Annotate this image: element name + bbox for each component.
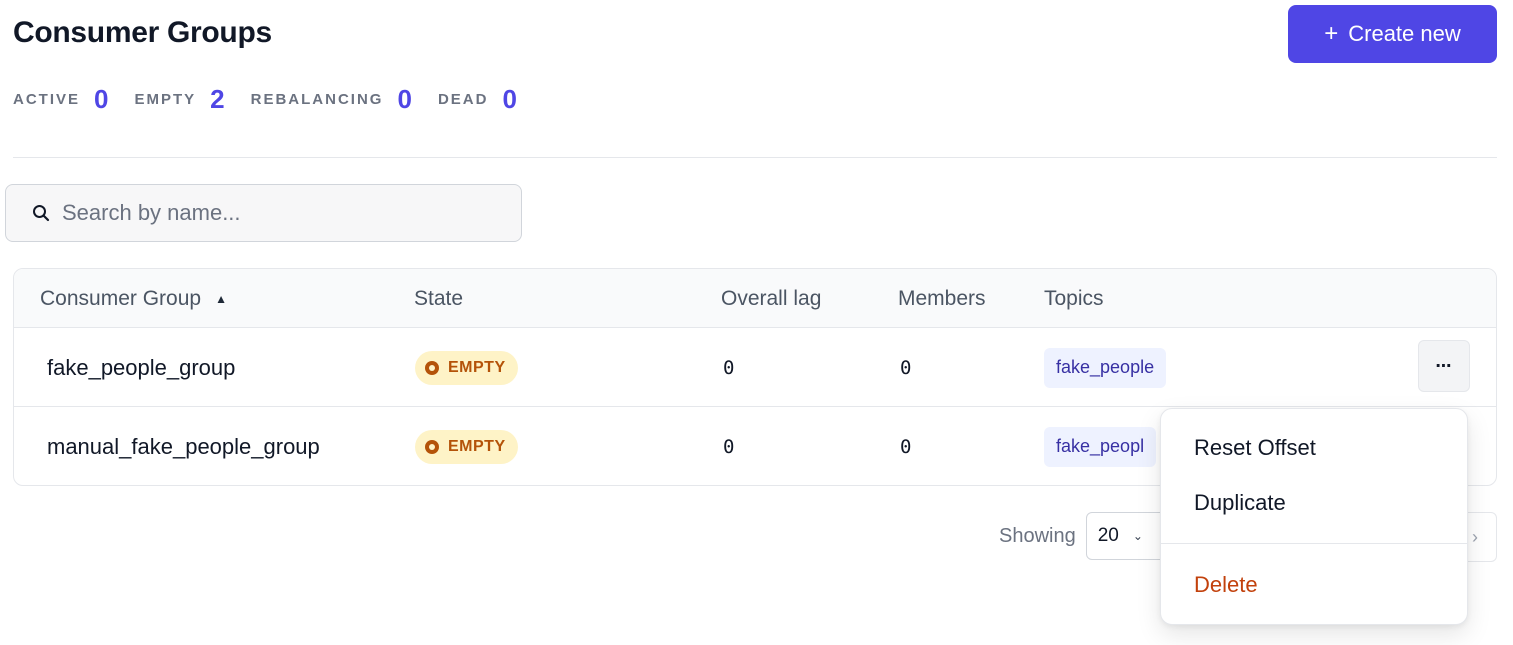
row-actions-button[interactable]: ⋯ <box>1418 340 1470 392</box>
menu-item-duplicate[interactable]: Duplicate <box>1194 490 1286 516</box>
create-new-button[interactable]: + Create new <box>1288 5 1497 63</box>
members-count: 0 <box>900 435 912 458</box>
menu-item-delete[interactable]: Delete <box>1194 572 1258 598</box>
column-header-members: Members <box>898 286 986 310</box>
search-input[interactable] <box>62 200 502 226</box>
column-header-state: State <box>414 286 464 310</box>
status-badge: EMPTY <box>415 350 518 385</box>
stat-dead: DEAD 0 <box>438 84 517 115</box>
status-text: EMPTY <box>448 358 506 376</box>
stat-label: REBALANCING <box>250 90 384 108</box>
search-box[interactable] <box>5 184 522 242</box>
state-stats: ACTIVE 0 EMPTY 2 REBALANCING 0 DEAD 0 <box>13 84 543 114</box>
plus-icon: + <box>1324 20 1339 47</box>
status-badge: EMPTY <box>415 429 518 464</box>
stat-value: 2 <box>210 83 225 114</box>
group-name[interactable]: fake_people_group <box>47 355 235 381</box>
header-divider <box>13 157 1497 158</box>
showing-label: Showing <box>999 524 1076 547</box>
empty-state-icon <box>425 360 439 375</box>
chevron-down-icon: ⌄ <box>1132 529 1143 543</box>
status-text: EMPTY <box>448 437 506 455</box>
stat-active: ACTIVE 0 <box>13 84 108 115</box>
overall-lag: 0 <box>723 356 735 379</box>
chevron-right-icon: › <box>1472 526 1478 547</box>
page-title: Consumer Groups <box>13 16 272 49</box>
column-header-topics: Topics <box>1044 286 1104 310</box>
column-header-overall-lag: Overall lag <box>721 286 822 310</box>
sort-ascending-icon: ▲ <box>215 291 227 306</box>
more-horizontal-icon: ⋯ <box>1435 358 1453 375</box>
create-new-label: Create new <box>1348 21 1461 46</box>
table-header: Consumer Group ▲ State Overall lag Membe… <box>14 269 1496 328</box>
search-icon <box>33 205 50 222</box>
stat-value: 0 <box>94 83 109 114</box>
row-actions-menu: Reset Offset Duplicate Delete <box>1160 408 1468 625</box>
group-name[interactable]: manual_fake_people_group <box>47 434 320 460</box>
topic-tag[interactable]: fake_peopl <box>1044 426 1157 467</box>
stat-label: DEAD <box>437 90 489 108</box>
page-size-value: 20 <box>1097 525 1119 546</box>
stat-value: 0 <box>397 83 412 114</box>
table-row[interactable]: fake_people_group EMPTY 0 0 fake_people … <box>14 328 1496 407</box>
stat-empty: EMPTY 2 <box>134 84 224 115</box>
empty-state-icon <box>425 439 439 454</box>
members-count: 0 <box>900 356 912 379</box>
overall-lag: 0 <box>723 435 735 458</box>
column-header-consumer-group[interactable]: Consumer Group ▲ <box>40 269 227 328</box>
pagination: Showing 20 ⌄ <box>999 512 1176 560</box>
stat-value: 0 <box>502 83 517 114</box>
column-label: Consumer Group <box>40 286 202 310</box>
menu-divider <box>1161 543 1467 544</box>
stat-rebalancing: REBALANCING 0 <box>251 84 412 115</box>
stat-label: ACTIVE <box>13 90 81 108</box>
menu-item-reset-offset[interactable]: Reset Offset <box>1194 435 1316 461</box>
stat-label: EMPTY <box>134 90 197 108</box>
topic-tag[interactable]: fake_people <box>1044 347 1167 388</box>
